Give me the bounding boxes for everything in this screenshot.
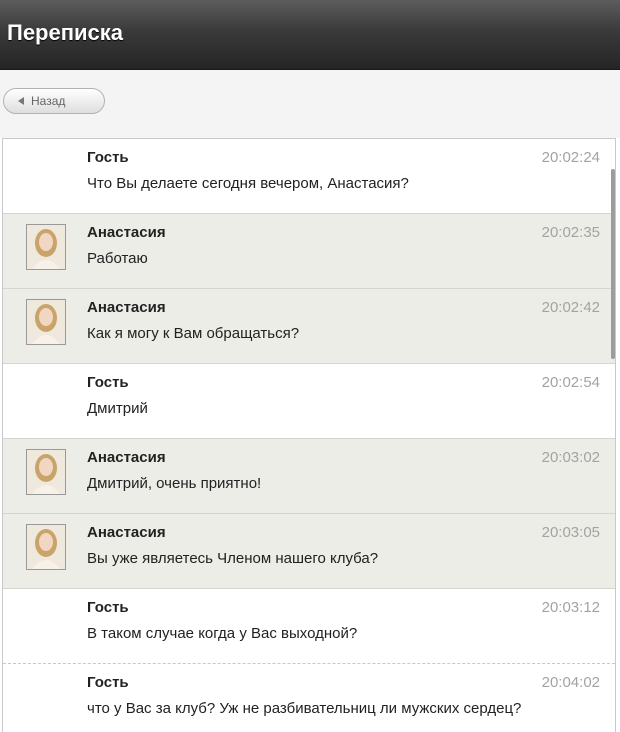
toolbar: Назад	[0, 70, 620, 138]
avatar	[26, 449, 66, 495]
message-item: Анастасия 20:03:02 Дмитрий, очень приятн…	[3, 439, 615, 514]
message-author: Гость	[87, 149, 129, 166]
scrollbar[interactable]	[611, 169, 615, 359]
message-text: Работаю	[87, 250, 148, 267]
message-time: 20:02:42	[541, 299, 600, 316]
message-author: Анастасия	[87, 524, 166, 541]
message-item: Анастасия 20:02:35 Работаю	[3, 214, 615, 289]
message-author: Гость	[87, 674, 129, 691]
app-header: Переписка	[0, 0, 620, 70]
back-button-label: Назад	[31, 94, 66, 108]
avatar	[26, 224, 66, 270]
message-time: 20:02:54	[541, 374, 600, 391]
message-item: Гость 20:02:54 Дмитрий	[3, 364, 615, 439]
message-author: Анастасия	[87, 224, 166, 241]
message-author: Гость	[87, 599, 129, 616]
message-author: Анастасия	[87, 299, 166, 316]
message-list[interactable]: Гость 20:02:24 Что Вы делаете сегодня ве…	[2, 138, 616, 732]
page-title: Переписка	[7, 20, 124, 45]
message-author: Гость	[87, 374, 129, 391]
message-time: 20:02:35	[541, 224, 600, 241]
message-text: Вы уже являетесь Членом нашего клуба?	[87, 550, 379, 567]
message-item: Анастасия 20:03:05 Вы уже являетесь Член…	[3, 514, 615, 589]
message-text: Как я могу к Вам обращаться?	[87, 325, 300, 342]
message-text: что у Вас за клуб? Уж не разбивательниц …	[87, 700, 522, 717]
message-item: Гость 20:03:12 В таком случае когда у Ва…	[3, 589, 615, 664]
back-button[interactable]: Назад	[3, 88, 105, 114]
message-time: 20:03:02	[541, 449, 600, 466]
message-time: 20:03:05	[541, 524, 600, 541]
message-item: Анастасия 20:02:42 Как я могу к Вам обра…	[3, 289, 615, 364]
message-item: Гость 20:02:24 Что Вы делаете сегодня ве…	[3, 139, 615, 214]
message-text: Дмитрий, очень приятно!	[87, 475, 262, 492]
message-text: Что Вы делаете сегодня вечером, Анастаси…	[87, 175, 409, 192]
avatar	[26, 299, 66, 345]
message-time: 20:03:12	[541, 599, 600, 616]
message-item: Гость 20:04:02 что у Вас за клуб? Уж не …	[3, 664, 615, 732]
back-arrow-icon	[18, 97, 24, 105]
message-text: В таком случае когда у Вас выходной?	[87, 625, 358, 642]
avatar	[26, 524, 66, 570]
message-time: 20:02:24	[541, 149, 600, 166]
message-author: Анастасия	[87, 449, 166, 466]
message-time: 20:04:02	[541, 674, 600, 691]
message-text: Дмитрий	[87, 400, 148, 417]
